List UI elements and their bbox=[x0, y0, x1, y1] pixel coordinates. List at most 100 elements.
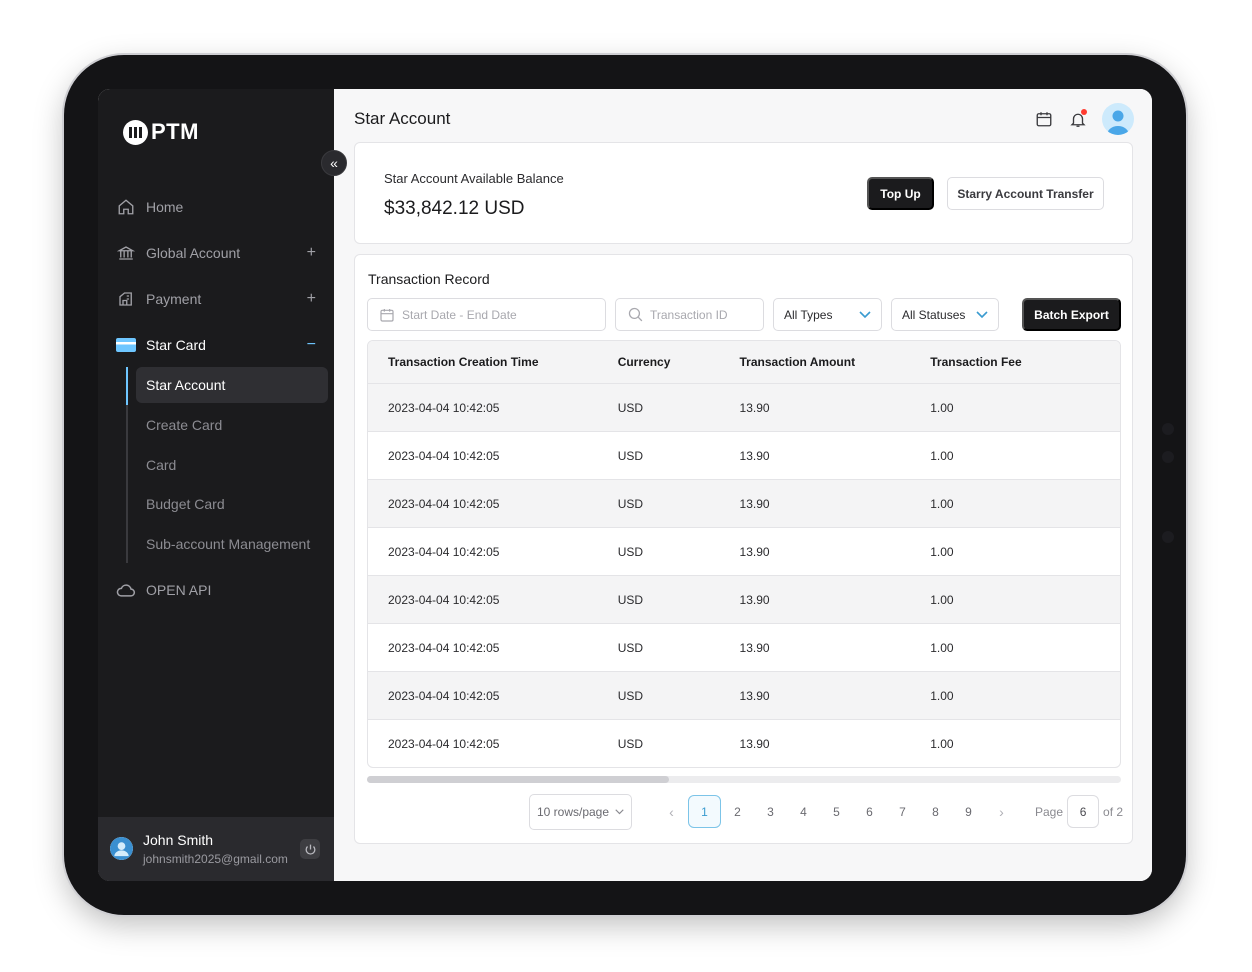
sidebar-item-global-account[interactable]: Global Account + bbox=[116, 241, 316, 265]
brand-name: PTM bbox=[151, 119, 199, 144]
balance-value: $33,842.12 USD bbox=[384, 198, 525, 219]
cell-creation-time: 2023-04-04 10:42:05 bbox=[388, 592, 500, 607]
type-select[interactable]: All Types bbox=[773, 298, 882, 331]
sidebar-item-label: Global Account bbox=[146, 245, 241, 261]
sidebar-item-label: Home bbox=[146, 199, 184, 215]
table-row[interactable]: 2023-04-04 10:42:05 USD 13.90 1.00 bbox=[368, 528, 1120, 576]
status-select[interactable]: All Statuses bbox=[891, 298, 999, 331]
table-header: Transaction Creation Time Currency Trans… bbox=[368, 341, 1120, 384]
table-row[interactable]: 2023-04-04 10:42:05 USD 13.90 1.00 bbox=[368, 480, 1120, 528]
power-icon bbox=[305, 844, 315, 855]
sidebar-item-star-card[interactable]: Star Card − bbox=[116, 333, 316, 357]
chevron-down-icon bbox=[615, 809, 624, 815]
cell-currency: USD bbox=[617, 496, 644, 511]
sidebar-item-payment[interactable]: Payment + bbox=[116, 287, 316, 311]
notification-badge bbox=[1081, 109, 1087, 115]
cell-fee: 1.00 bbox=[930, 737, 954, 751]
top-up-button[interactable]: Top Up bbox=[867, 177, 934, 210]
page-button[interactable]: 5 bbox=[820, 795, 853, 828]
column-header[interactable]: Transaction Fee bbox=[930, 355, 1120, 369]
rows-per-page-value: 10 rows/page bbox=[536, 805, 610, 819]
user-email: johnsmith2025@gmail.com bbox=[143, 852, 288, 866]
column-header[interactable]: Transaction Amount bbox=[740, 355, 931, 369]
cell-fee: 1.00 bbox=[930, 400, 954, 415]
page-title: Star Account bbox=[354, 109, 451, 128]
page-button[interactable]: 8 bbox=[919, 795, 952, 828]
date-range-placeholder: Start Date - End Date bbox=[402, 307, 517, 322]
page-button[interactable]: 6 bbox=[853, 795, 886, 828]
transaction-record-card: Transaction Record Start Date - End Date… bbox=[354, 254, 1133, 844]
sidebar: PTM « Home Global Account + Payment + St… bbox=[98, 89, 347, 881]
notification-bell-icon[interactable] bbox=[1068, 109, 1088, 129]
page-button[interactable]: 3 bbox=[754, 795, 787, 828]
cell-creation-time: 2023-04-04 10:42:05 bbox=[388, 688, 500, 703]
table-row[interactable]: 2023-04-04 10:42:05 USD 13.90 1.00 bbox=[368, 432, 1120, 480]
sidebar-item-label: Payment bbox=[146, 291, 202, 307]
page-button[interactable]: 7 bbox=[886, 795, 919, 828]
column-header[interactable]: Transaction Creation Time bbox=[368, 355, 618, 369]
scrollbar-thumb[interactable] bbox=[367, 776, 669, 783]
pagination: ‹ 1 2 3 4 5 6 7 8 9 › bbox=[655, 795, 1018, 828]
prev-page-button[interactable]: ‹ bbox=[655, 795, 688, 828]
collapse-icon[interactable]: − bbox=[307, 336, 316, 354]
sidebar-subitem-create-card[interactable]: Create Card bbox=[136, 407, 328, 443]
cell-creation-time: 2023-04-04 10:42:05 bbox=[388, 448, 500, 463]
cell-fee: 1.00 bbox=[930, 448, 954, 463]
sidebar-item-home[interactable]: Home bbox=[116, 195, 316, 219]
bank-icon bbox=[116, 243, 136, 263]
table-row[interactable]: 2023-04-04 10:42:05 USD 13.90 1.00 bbox=[368, 720, 1120, 767]
logo-mark-icon bbox=[123, 119, 148, 145]
transaction-table: Transaction Creation Time Currency Trans… bbox=[367, 340, 1121, 768]
sidebar-subitem-budget-card[interactable]: Budget Card bbox=[136, 486, 328, 522]
transaction-id-input[interactable]: Transaction ID bbox=[615, 298, 764, 331]
rows-per-page-select[interactable]: 10 rows/page bbox=[529, 794, 632, 830]
sidebar-subitem-star-account[interactable]: Star Account bbox=[136, 367, 328, 403]
page-button[interactable]: 1 bbox=[688, 795, 721, 828]
next-page-button[interactable]: › bbox=[985, 795, 1018, 828]
date-range-input[interactable]: Start Date - End Date bbox=[367, 298, 606, 331]
chevron-down-icon bbox=[976, 310, 988, 318]
cell-currency: USD bbox=[617, 737, 644, 751]
column-header[interactable]: Currency bbox=[618, 355, 740, 369]
sidebar-item-open-api[interactable]: OPEN API bbox=[116, 578, 316, 602]
page-button[interactable]: 2 bbox=[721, 795, 754, 828]
logout-button[interactable] bbox=[300, 839, 320, 859]
section-title: Transaction Record bbox=[368, 271, 490, 287]
expand-icon[interactable]: + bbox=[307, 244, 316, 262]
sidebar-subitem-card[interactable]: Card bbox=[136, 447, 328, 483]
horizontal-scrollbar[interactable] bbox=[367, 776, 1121, 783]
balance-card: Star Account Available Balance $33,842.1… bbox=[354, 142, 1133, 244]
page-button[interactable]: 4 bbox=[787, 795, 820, 828]
page-total-label: of 2 bbox=[1103, 804, 1124, 819]
cell-fee: 1.00 bbox=[930, 496, 954, 511]
cell-fee: 1.00 bbox=[930, 592, 954, 607]
transaction-id-placeholder: Transaction ID bbox=[650, 307, 728, 322]
cell-amount: 13.90 bbox=[739, 496, 770, 511]
balance-label: Star Account Available Balance bbox=[384, 171, 564, 186]
cell-fee: 1.00 bbox=[930, 544, 954, 559]
brand-logo[interactable]: PTM bbox=[123, 119, 199, 145]
calendar-icon[interactable] bbox=[1034, 109, 1054, 129]
sidebar-item-label: OPEN API bbox=[146, 582, 212, 598]
cell-amount: 13.90 bbox=[739, 737, 770, 751]
account-transfer-button[interactable]: Starry Account Transfer bbox=[947, 177, 1104, 210]
user-profile[interactable]: John Smith johnsmith2025@gmail.com bbox=[98, 817, 334, 881]
table-row[interactable]: 2023-04-04 10:42:05 USD 13.90 1.00 bbox=[368, 576, 1120, 624]
side-button bbox=[1162, 423, 1174, 435]
cell-creation-time: 2023-04-04 10:42:05 bbox=[388, 640, 500, 655]
table-row[interactable]: 2023-04-04 10:42:05 USD 13.90 1.00 bbox=[368, 624, 1120, 672]
header-avatar[interactable] bbox=[1102, 103, 1134, 135]
sidebar-subitem-sub-account-management[interactable]: Sub-account Management bbox=[136, 526, 328, 562]
page-jump: Page 6 of 2 bbox=[1035, 795, 1123, 828]
collapse-sidebar-button[interactable]: « bbox=[321, 150, 347, 176]
batch-export-button[interactable]: Batch Export bbox=[1022, 298, 1121, 331]
type-select-value: All Types bbox=[784, 307, 833, 322]
page-button[interactable]: 9 bbox=[952, 795, 985, 828]
expand-icon[interactable]: + bbox=[307, 290, 316, 308]
page-jump-input[interactable]: 6 bbox=[1067, 795, 1100, 828]
table-row[interactable]: 2023-04-04 10:42:05 USD 13.90 1.00 bbox=[368, 672, 1120, 720]
cell-creation-time: 2023-04-04 10:42:05 bbox=[388, 400, 500, 415]
cell-creation-time: 2023-04-04 10:42:05 bbox=[388, 737, 500, 751]
cell-currency: USD bbox=[617, 544, 644, 559]
table-row[interactable]: 2023-04-04 10:42:05 USD 13.90 1.00 bbox=[368, 384, 1120, 432]
